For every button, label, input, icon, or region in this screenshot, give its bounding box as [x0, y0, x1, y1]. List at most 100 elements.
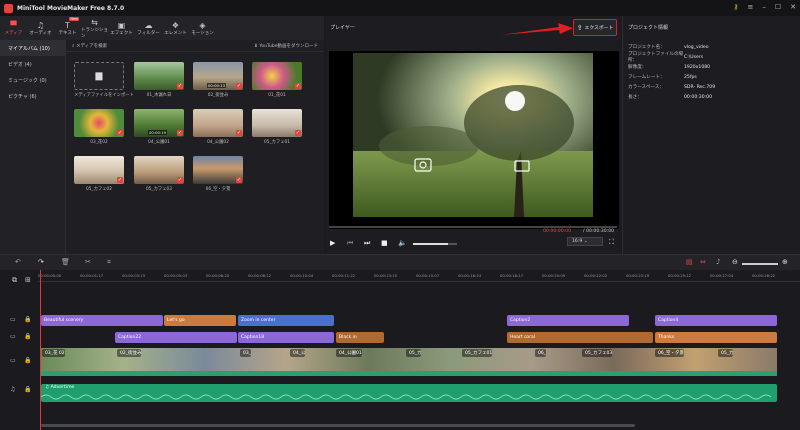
video-clip-label[interactable]: 06_	[535, 349, 546, 357]
aspect-ratio-select[interactable]: 16:9 ⌄	[567, 237, 603, 246]
undo-icon[interactable]: ↶	[15, 258, 21, 266]
tab-motion[interactable]: ◈ モーション	[189, 16, 216, 40]
ruler-label: 00:00:28:22	[752, 273, 776, 278]
ruler-label: 00:00:05:03	[164, 273, 188, 278]
media-clip[interactable]: 00:00:19 ✓ 04_公園01	[134, 109, 184, 145]
check-icon: ✓	[236, 130, 242, 136]
tab-filter[interactable]: ☁ フィルター	[135, 16, 162, 40]
volume-icon[interactable]: 🔈	[398, 239, 407, 247]
timeline-scrollbar[interactable]	[41, 424, 635, 427]
play-icon[interactable]: ▶	[330, 239, 335, 247]
new-badge: New	[69, 17, 79, 21]
preview-image	[353, 53, 593, 217]
effect-icon: ▣	[117, 20, 126, 30]
export-button[interactable]: ⇪ エクスポート	[573, 19, 617, 36]
tab-effect[interactable]: ▣ エフェクト	[108, 16, 135, 40]
split-icon[interactable]: ✂	[85, 258, 91, 266]
media-clip[interactable]: ✓ 01_花01	[252, 62, 302, 98]
media-clip[interactable]: ✓ 05_カフェ01	[252, 109, 302, 145]
player-title: プレイヤー	[330, 24, 355, 31]
text-clip[interactable]: Black in	[336, 332, 384, 343]
delete-icon[interactable]: 🗑	[61, 258, 70, 266]
snap-icon[interactable]: ▤	[686, 258, 693, 266]
redo-icon[interactable]: ↷	[38, 258, 44, 266]
audio-mixer-icon[interactable]: ♪	[716, 258, 720, 266]
video-clip-label[interactable]: 04_公	[290, 349, 306, 357]
crop-icon[interactable]: ⌗	[107, 258, 111, 267]
text-clip[interactable]: Beautiful scenery	[41, 315, 163, 326]
text-clip[interactable]: Caption22	[115, 332, 237, 343]
media-clip[interactable]: ✓ 05_カフェ02	[74, 156, 124, 192]
nav-video[interactable]: ビデオ (4)	[0, 56, 65, 72]
ruler-label: 00:00:27:04	[710, 273, 734, 278]
app-logo-icon	[4, 3, 13, 13]
tab-transition[interactable]: ⇆ トランジション	[81, 16, 108, 40]
video-clip-label[interactable]: 02_街並み	[117, 349, 142, 357]
media-clip[interactable]: ✓ 03_花02	[74, 109, 124, 145]
time-ruler[interactable]: 00:00:00:00 00:00:01:17 00:00:03:15 00:00:0…	[38, 270, 800, 282]
video-clip-label[interactable]: 03_	[240, 349, 251, 357]
media-clip[interactable]: ✓ 04_公園02	[193, 109, 243, 145]
volume-slider[interactable]	[413, 243, 457, 245]
media-clip[interactable]: 00:00:13 ✓ 02_街並み	[193, 62, 243, 98]
minimize-icon[interactable]: –	[762, 3, 766, 11]
media-clip[interactable]: ✓ 06_空・夕景	[193, 156, 243, 192]
waveform	[41, 394, 772, 400]
text-clip[interactable]: Let's go	[164, 315, 236, 326]
media-clip[interactable]: ✓ 05_カフェ03	[134, 156, 184, 192]
add-track-icon[interactable]: ⧉	[12, 276, 17, 285]
playback-progress[interactable]	[329, 226, 617, 228]
maximize-icon[interactable]: ☐	[775, 3, 781, 11]
lock-icon[interactable]: 🔒	[24, 357, 31, 364]
youtube-download-button[interactable]: ⬇ YouTube動画をダウンロード	[254, 43, 318, 49]
lock-icon[interactable]: 🔒	[24, 333, 31, 340]
fit-icon[interactable]: ⇔	[700, 258, 706, 266]
ruler-label: 00:00:15:07	[416, 273, 440, 278]
copy-icon[interactable]: ⊞	[25, 276, 31, 284]
zoom-out-icon[interactable]: ⊖	[732, 258, 738, 266]
tab-element[interactable]: ❖ エレメント	[162, 16, 189, 40]
stop-icon[interactable]: ■	[381, 239, 388, 247]
fullscreen-icon[interactable]: ⛶	[609, 238, 614, 247]
chevron-down-icon: ⌄	[582, 239, 588, 244]
text-clip[interactable]: Zoom in center	[238, 315, 334, 326]
text-clip[interactable]: Caption18	[238, 332, 334, 343]
lock-icon[interactable]: 🔒	[24, 386, 31, 393]
media-clip[interactable]: ✓ 01_木漏れ日	[134, 62, 184, 98]
tab-text[interactable]: New T テキスト	[54, 16, 81, 40]
nav-music[interactable]: ミュージック (0)	[0, 72, 65, 88]
ruler-label: 00:00:06:20	[206, 273, 230, 278]
tab-audio[interactable]: ♫ オーディオ	[27, 16, 54, 40]
text-clip[interactable]: Caption4	[655, 315, 777, 326]
lock-icon[interactable]: 🔒	[24, 316, 31, 323]
close-icon[interactable]: ✕	[790, 3, 796, 11]
video-clip-label[interactable]: 04_公園01	[336, 349, 362, 357]
text-clip[interactable]: Caption2	[507, 315, 629, 326]
audio-clip[interactable]: ♫ Advertime	[41, 384, 777, 402]
key-icon[interactable]: ⚷	[733, 3, 738, 11]
annotation-arrow	[501, 23, 573, 35]
video-clip-label[interactable]: 05_カフェ03	[582, 349, 613, 357]
ruler-label: 00:00:25:12	[668, 273, 692, 278]
video-clip-label[interactable]: 05_力	[718, 349, 734, 357]
text-clip[interactable]: Heart coral	[507, 332, 653, 343]
video-clip-label[interactable]: 06_空・夕景	[655, 349, 684, 357]
video-clip-label[interactable]: 03_花 02	[42, 349, 65, 357]
menu-icon[interactable]: ≡	[747, 3, 753, 11]
info-title: プロジェクト情報	[628, 24, 669, 31]
video-clip-label[interactable]: 05_カフェ01	[462, 349, 493, 357]
video-track-icon: ▭	[10, 357, 16, 364]
video-clip-label[interactable]: 05_カ	[406, 349, 422, 357]
ruler-label: 00:00:22:02	[584, 273, 608, 278]
text-clip[interactable]: Thanks	[655, 332, 777, 343]
media-search[interactable]: ⌕ メディアを検索	[72, 43, 107, 49]
zoom-in-icon[interactable]: ⊕	[782, 258, 788, 266]
nav-my-album[interactable]: マイアルバム (10)	[0, 40, 65, 56]
tab-media[interactable]: ▀ メディア	[0, 16, 27, 40]
zoom-slider[interactable]	[742, 263, 778, 265]
import-media-button[interactable]: ▆ メディアファイルをインポート	[74, 62, 134, 98]
next-frame-icon[interactable]: ⏭	[364, 239, 370, 248]
video-preview[interactable]	[329, 51, 619, 229]
nav-picture[interactable]: ピクチャ (6)	[0, 88, 65, 104]
prev-frame-icon[interactable]: ⏮	[347, 239, 353, 248]
